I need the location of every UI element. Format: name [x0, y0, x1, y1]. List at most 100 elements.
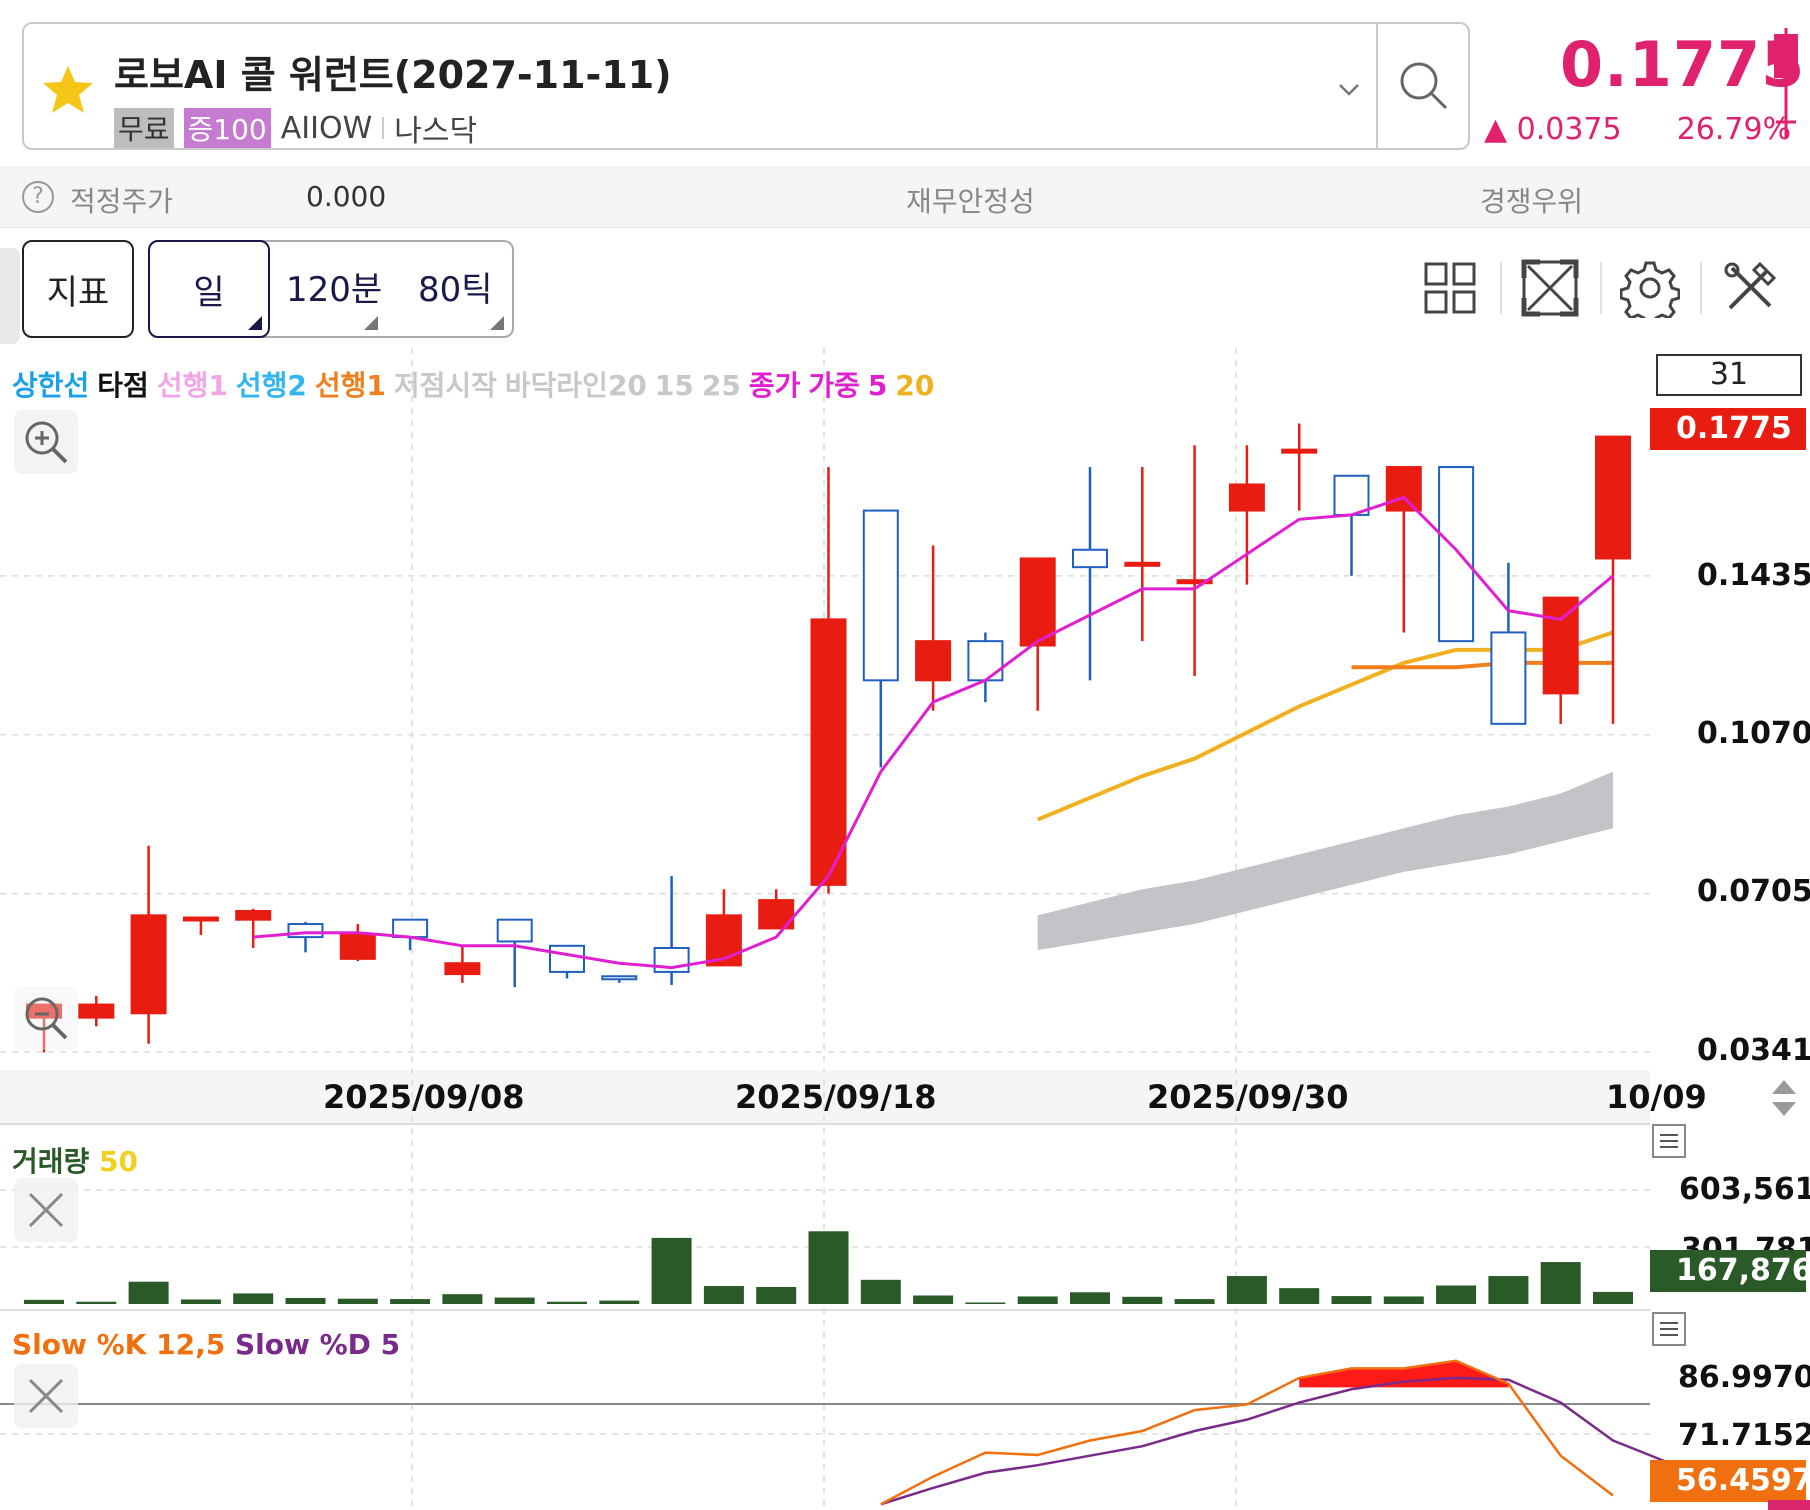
fullscreen-icon[interactable] — [1520, 258, 1580, 318]
date-axis-label: 10/09 — [1606, 1078, 1707, 1116]
legend-item[interactable]: 선행2 — [236, 369, 307, 402]
divider — [1500, 262, 1502, 314]
tools-icon[interactable] — [1720, 258, 1780, 318]
period-120min-button[interactable]: 120분 — [286, 262, 382, 311]
candle-body — [1072, 548, 1108, 569]
candle-body — [1124, 561, 1161, 567]
search-button[interactable] — [1376, 24, 1470, 148]
candle-body — [1542, 596, 1579, 695]
volume-bar — [913, 1295, 954, 1304]
close-volume-button[interactable] — [14, 1178, 78, 1242]
legend-item[interactable]: 상한선 — [12, 369, 89, 402]
volume-bar — [285, 1297, 326, 1304]
legend-item[interactable]: 15 — [655, 369, 694, 402]
stochastic-menu-button[interactable] — [1652, 1312, 1686, 1346]
volume-bar — [1174, 1299, 1215, 1304]
change-amount: 0.0375 — [1516, 112, 1622, 147]
price-axis-label: 0.0341 — [1697, 1033, 1810, 1068]
candle-body — [496, 918, 533, 943]
slow-k-line — [880, 1359, 1614, 1506]
competitive-advantage-label[interactable]: 경쟁우위 — [1480, 180, 1583, 220]
volume-bar — [860, 1279, 901, 1304]
legend-item[interactable]: 선행1 — [315, 369, 386, 402]
candle-body — [967, 640, 1004, 682]
exchange-name: 나스닥 — [394, 114, 478, 149]
financial-stability-label[interactable]: 재무안정성 — [906, 180, 1035, 220]
layout-grid-icon[interactable] — [1420, 258, 1480, 318]
candle-body — [549, 944, 585, 973]
candle-body — [601, 975, 638, 981]
slow-d-label: Slow %D 5 — [234, 1328, 401, 1361]
date-axis-label: 2025/09/30 — [1147, 1078, 1349, 1116]
volume-bar — [180, 1299, 221, 1304]
indicator-legend[interactable]: 상한선 타점 선행1 선행2 선행1 저점시작 바닥라인20 15 25 종가 가중 5 20 — [12, 364, 942, 404]
close-stochastic-button[interactable] — [14, 1364, 78, 1428]
price-axis-label: 0.0705 — [1697, 874, 1810, 909]
chevron-down-icon[interactable] — [1334, 74, 1364, 104]
legend-item[interactable]: 가중 — [808, 369, 860, 402]
volume-bar — [337, 1298, 378, 1304]
stochastic-axis-label: 86.9970 — [1678, 1360, 1810, 1395]
candle-body — [1333, 474, 1370, 516]
price-axis-label: 0.1435 — [1697, 558, 1810, 593]
volume-bar — [76, 1301, 117, 1304]
legend-item[interactable]: 타점 — [97, 369, 149, 402]
zoom-out-icon — [25, 997, 68, 1040]
period-day-button[interactable]: 일 — [148, 240, 270, 338]
volume-bar — [442, 1294, 483, 1304]
search-icon — [1400, 62, 1448, 110]
instrument-badges: 무료 증100 AIIOW 나스닥 — [114, 106, 477, 150]
volume-bar — [1331, 1296, 1372, 1304]
candle-body — [862, 509, 899, 682]
period-80tick-button[interactable]: 80틱 — [418, 262, 493, 311]
menu-icon — [1660, 1134, 1678, 1148]
volume-bar — [1122, 1296, 1163, 1304]
candle-body — [810, 618, 847, 886]
legend-item[interactable]: 선행1 — [157, 369, 228, 402]
legend-item[interactable]: 저점시작 — [394, 369, 497, 402]
favorite-star-icon[interactable] — [38, 60, 98, 120]
legend-item[interactable]: 25 — [702, 369, 741, 402]
zoom-out-button[interactable] — [14, 986, 78, 1050]
indicator-button[interactable]: 지표 — [22, 240, 134, 338]
scroll-arrows-icon[interactable] — [1766, 1078, 1802, 1118]
fair-price-value: 0.000 — [306, 180, 387, 213]
divider — [1700, 262, 1702, 314]
current-price-tag: 0.1775 — [1650, 408, 1806, 450]
volume-bar — [1383, 1296, 1424, 1304]
close-icon — [28, 1192, 64, 1228]
candle-body — [130, 914, 167, 1015]
mini-candle-icon — [1774, 28, 1798, 138]
zoom-in-button[interactable] — [14, 410, 78, 474]
scroll-indicator — [1768, 1500, 1810, 1510]
legend-item[interactable]: 20 — [895, 369, 934, 402]
volume-bar — [599, 1300, 640, 1304]
margin-badge: 증100 — [183, 108, 271, 148]
candle-body — [915, 640, 952, 682]
zoom-in-icon — [25, 421, 68, 464]
instrument-header[interactable]: 로보AI 콜 워런트(2027-11-11) 무료 증100 AIIOW 나스닥 — [22, 22, 1470, 150]
volume-bar — [1540, 1262, 1581, 1304]
volume-bar — [1070, 1292, 1110, 1304]
volume-bar — [233, 1293, 274, 1304]
candle-body — [78, 1003, 115, 1019]
legend-item[interactable]: 종가 — [749, 369, 801, 402]
side-drawer-handle[interactable] — [0, 248, 20, 344]
volume-bar — [1593, 1291, 1633, 1304]
volume-menu-button[interactable] — [1652, 1124, 1686, 1158]
gear-icon[interactable] — [1620, 258, 1680, 318]
visible-candle-count[interactable]: 31 — [1656, 354, 1802, 396]
legend-item[interactable]: 바닥라인20 — [505, 369, 647, 402]
candle-body — [1228, 483, 1265, 512]
stochastic-pane-title: Slow %K 12,5 Slow %D 5 — [12, 1328, 400, 1361]
candle-body — [444, 962, 481, 976]
overbought-fill — [1299, 1360, 1509, 1388]
legend-item[interactable]: 5 — [868, 369, 887, 402]
volume-bar — [547, 1301, 587, 1304]
volume-bar — [756, 1287, 797, 1304]
up-triangle-icon: ▲ — [1484, 112, 1508, 147]
candle-body — [1281, 448, 1318, 454]
volume-title: 거래량 — [12, 1145, 90, 1178]
volume-bar — [128, 1281, 169, 1304]
help-icon[interactable]: ? — [22, 181, 54, 213]
